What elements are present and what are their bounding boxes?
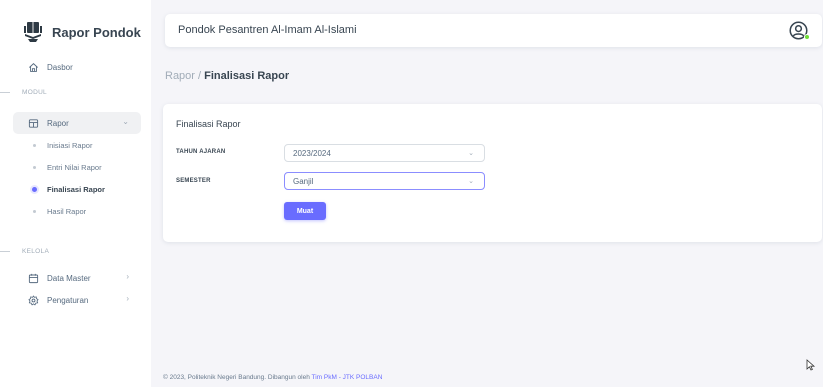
sidebar-item-dashboard[interactable]: Dasbor (13, 56, 141, 78)
sidebar-item-label: Pengaturan (47, 295, 89, 305)
gear-icon (27, 294, 39, 306)
breadcrumb-parent[interactable]: Rapor / (165, 70, 201, 82)
sidebar-item-data-master[interactable]: Data Master › (13, 267, 141, 289)
bullet-icon (33, 165, 36, 169)
top-navbar: Pondok Pesantren Al-Imam Al-Islami (165, 14, 822, 47)
bullet-icon (33, 143, 36, 147)
brand[interactable]: Rapor Pondok (24, 21, 141, 43)
brand-name: Rapor Pondok (52, 24, 141, 40)
bullet-icon (33, 209, 36, 213)
semester-label: SEMESTER (176, 178, 211, 184)
footer: © 2023, Politeknik Negeri Bandung. Diban… (163, 374, 382, 381)
sidebar-subitem-finalisasi-rapor[interactable]: Finalisasi Rapor (24, 182, 105, 196)
sidebar-subitem-entri-nilai-rapor[interactable]: Entri Nilai Rapor (24, 160, 102, 174)
sidebar-subitem-label: Entri Nilai Rapor (47, 162, 102, 172)
sidebar-subitem-hasil-rapor[interactable]: Hasil Rapor (24, 204, 86, 218)
sidebar-item-pengaturan[interactable]: Pengaturan › (13, 289, 141, 311)
navbar-title: Pondok Pesantren Al-Imam Al-Islami (178, 24, 357, 36)
finalisasi-card: Finalisasi Rapor TAHUN AJARAN 2023/2024 … (163, 104, 822, 242)
sidebar-item-label: Dasbor (47, 62, 73, 72)
chevron-down-icon: ⌄ (468, 178, 474, 185)
muat-button[interactable]: Muat (284, 202, 326, 220)
tahun-ajaran-label: TAHUN AJARAN (176, 149, 226, 155)
sidebar-item-rapor[interactable]: Rapor ⌄ (13, 112, 141, 134)
calendar-icon (27, 272, 39, 284)
sidebar-subitem-label: Inisiasi Rapor (47, 140, 93, 150)
chevron-right-icon: › (126, 294, 129, 303)
semester-select[interactable]: Ganjil ⌄ (284, 172, 485, 190)
chevron-down-icon: ⌄ (122, 117, 129, 126)
divider (0, 250, 10, 252)
home-icon (27, 61, 39, 73)
section-label: KELOLA (22, 247, 50, 255)
card-title: Finalisasi Rapor (176, 119, 241, 129)
tahun-ajaran-value: 2023/2024 (293, 148, 331, 158)
sidebar-item-label: Data Master (47, 273, 91, 283)
table-icon (27, 117, 39, 129)
divider (0, 91, 10, 93)
semester-value: Ganjil (293, 176, 314, 186)
online-status-badge (804, 34, 810, 40)
sidebar-subitem-label: Finalisasi Rapor (47, 184, 105, 194)
sidebar: Rapor Pondok Dasbor MODUL Rapor ⌄ Inisia… (0, 0, 151, 387)
footer-text: © 2023, Politeknik Negeri Bandung. Diban… (163, 374, 312, 381)
chevron-right-icon: › (126, 272, 129, 281)
section-label: MODUL (22, 88, 47, 96)
breadcrumb-current: Finalisasi Rapor (204, 70, 290, 82)
sidebar-subitem-label: Hasil Rapor (47, 206, 87, 216)
tahun-ajaran-select[interactable]: 2023/2024 ⌄ (284, 144, 485, 162)
sidebar-item-label: Rapor (47, 118, 69, 128)
section-header-modul: MODUL (0, 86, 47, 98)
footer-link[interactable]: Tim PkM - JTK POLBAN (312, 374, 383, 381)
sidebar-subitem-inisiasi-rapor[interactable]: Inisiasi Rapor (24, 138, 92, 152)
breadcrumb: Rapor / Finalisasi Rapor (165, 70, 289, 82)
mouse-cursor-icon (806, 359, 816, 371)
bullet-icon (32, 186, 37, 192)
chevron-down-icon: ⌄ (468, 150, 474, 157)
quran-stand-icon (24, 22, 42, 42)
section-header-kelola: KELOLA (0, 245, 49, 257)
